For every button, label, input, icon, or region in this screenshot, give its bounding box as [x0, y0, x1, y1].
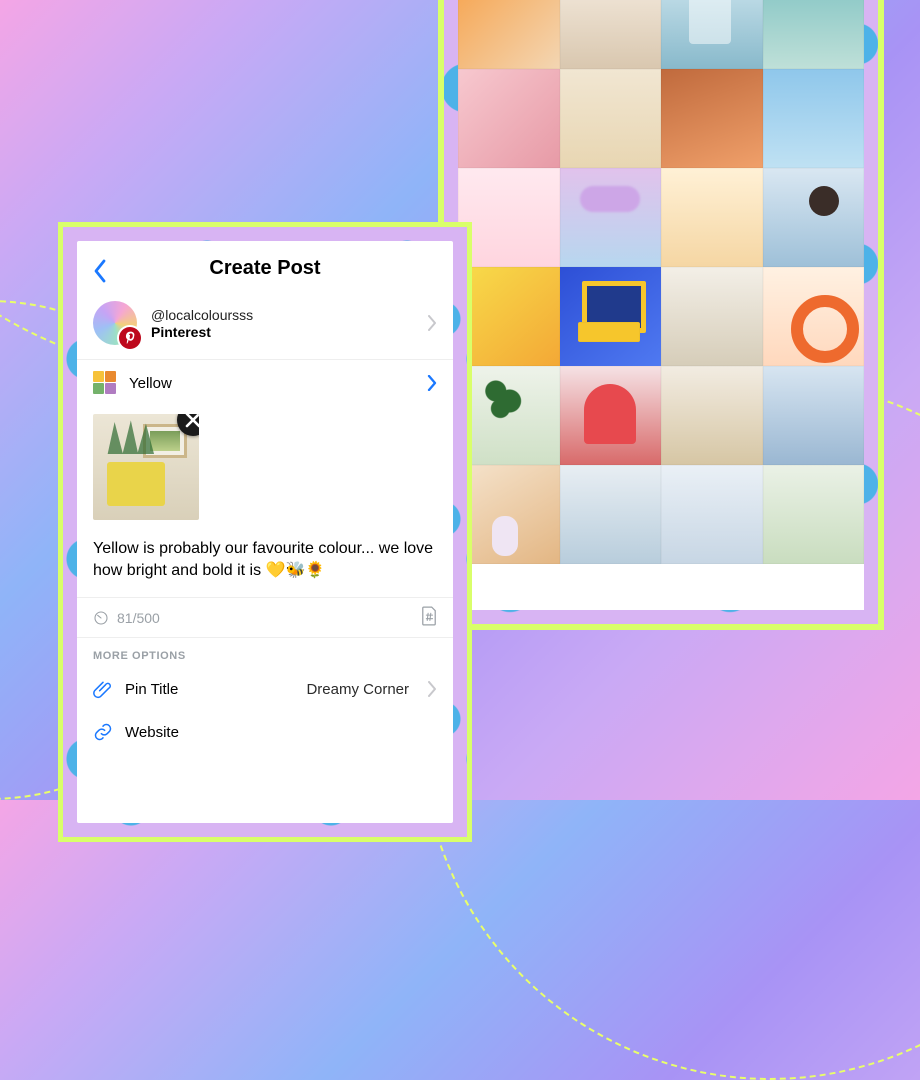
grid-tile — [560, 168, 662, 267]
media-thumbnail[interactable] — [93, 414, 199, 520]
website-row[interactable]: Website — [77, 711, 453, 754]
pin-title-value: Dreamy Corner — [306, 681, 409, 698]
pinterest-icon — [125, 331, 136, 345]
media-area — [77, 406, 453, 524]
website-label: Website — [125, 724, 437, 741]
account-handle: @localcoloursss — [151, 307, 413, 323]
account-text: @localcoloursss Pinterest — [151, 307, 413, 340]
grid-tile — [763, 168, 865, 267]
account-platform: Pinterest — [151, 324, 413, 340]
create-post-border: Create Post @localcoloursss Pinterest — [63, 227, 467, 837]
moodboard-card — [438, 0, 884, 630]
pin-title-label: Pin Title — [125, 681, 294, 698]
chevron-right-icon — [427, 681, 437, 697]
grid-tile — [661, 465, 763, 564]
caption-text[interactable]: Yellow is probably our favourite colour.… — [77, 524, 453, 597]
chevron-right-icon — [427, 315, 437, 331]
caption-meta: 81/500 — [77, 598, 453, 637]
grid-tile — [458, 366, 560, 465]
moodboard-border — [444, 0, 878, 624]
close-icon — [185, 414, 199, 428]
grid-tile — [458, 69, 560, 168]
page-title: Create Post — [209, 257, 320, 280]
avatar — [93, 301, 137, 345]
board-selector[interactable]: Yellow — [77, 360, 453, 406]
grid-tile — [560, 69, 662, 168]
grid-tile — [763, 69, 865, 168]
grid-tile — [458, 465, 560, 564]
more-options-header: MORE OPTIONS — [77, 638, 453, 668]
header: Create Post — [77, 241, 453, 295]
hashtag-button[interactable] — [421, 606, 437, 629]
board-icon — [93, 371, 117, 395]
grid-tile — [458, 168, 560, 267]
grid-tile — [458, 0, 560, 69]
chevron-left-icon — [93, 259, 107, 283]
back-button[interactable] — [87, 255, 113, 287]
grid-tile — [763, 465, 865, 564]
create-post-card: Create Post @localcoloursss Pinterest — [58, 222, 472, 842]
grid-tile — [560, 366, 662, 465]
grid-tile — [661, 366, 763, 465]
grid-tile — [661, 267, 763, 366]
grid-tile — [661, 69, 763, 168]
grid-tile — [763, 267, 865, 366]
pin-title-row[interactable]: Pin Title Dreamy Corner — [77, 668, 453, 711]
account-selector[interactable]: @localcoloursss Pinterest — [77, 295, 453, 359]
grid-tile — [763, 366, 865, 465]
char-count: 81/500 — [117, 610, 160, 626]
grid-tile — [560, 465, 662, 564]
chevron-right-icon — [427, 375, 437, 391]
grid-tile — [763, 0, 865, 69]
create-post-panel: Create Post @localcoloursss Pinterest — [77, 241, 453, 823]
hashtag-doc-icon — [421, 606, 437, 626]
grid-tile — [661, 168, 763, 267]
link-icon — [93, 722, 113, 742]
pinterest-badge — [119, 327, 141, 349]
grid-tile — [560, 0, 662, 69]
grid-tile — [661, 0, 763, 69]
grid-tile — [560, 267, 662, 366]
board-name: Yellow — [129, 375, 415, 392]
paperclip-icon — [93, 679, 113, 699]
moodboard-grid — [458, 0, 864, 610]
gauge-icon — [93, 610, 109, 626]
grid-tile — [458, 267, 560, 366]
